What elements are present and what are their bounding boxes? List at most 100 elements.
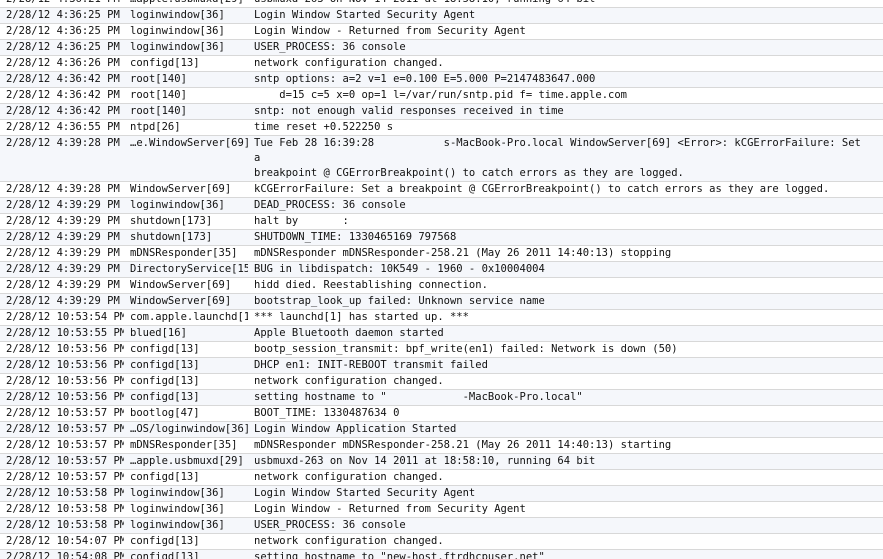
log-row[interactable]: 2/28/12 10:54:08 PM configd[13] setting … — [0, 550, 883, 559]
log-message: USER_PROCESS: 36 console — [254, 519, 406, 531]
log-process: WindowServer[69] — [130, 183, 232, 195]
log-row[interactable]: 2/28/12 4:39:29 PM shutdown[173] halt by… — [0, 214, 883, 230]
log-process: shutdown[173] — [130, 215, 213, 227]
log-row[interactable]: 2/28/12 4:36:25 PM loginwindow[36] USER_… — [0, 40, 883, 56]
log-message: bootstrap_look_up failed: Unknown servic… — [254, 295, 545, 307]
log-row[interactable]: 2/28/12 4:36:25 PM loginwindow[36] Login… — [0, 8, 883, 24]
log-process: configd[13] — [130, 57, 200, 69]
log-message: bootp_session_transmit: bpf_write(en1) f… — [254, 343, 678, 355]
log-message: network configuration changed. — [254, 375, 444, 387]
log-date: 2/28/12 4:39:28 PM — [6, 183, 120, 195]
log-row[interactable]: 2/28/12 4:36:42 PM root[140] sntp option… — [0, 72, 883, 88]
log-message: sntp: not enough valid responses receive… — [254, 105, 564, 117]
log-row[interactable]: 2/28/12 4:36:55 PM ntpd[26] time reset +… — [0, 120, 883, 136]
log-process: configd[13] — [130, 471, 200, 483]
log-message: usbmuxd-263 on Nov 14 2011 at 18:58:10, … — [248, 0, 883, 7]
log-date: 2/28/12 4:39:29 PM — [6, 279, 120, 291]
log-process: mDNSResponder[35] — [130, 439, 238, 451]
log-row[interactable]: 2/28/12 4:39:29 PM mDNSResponder[35] mDN… — [0, 246, 883, 262]
log-process: configd[13] — [130, 343, 200, 355]
log-row[interactable]: 2/28/12 10:53:57 PM …apple.usbmuxd[29] u… — [0, 454, 883, 470]
log-date: 2/28/12 10:53:56 PM — [6, 391, 124, 403]
log-row[interactable]: 2/28/12 4:36:42 PM root[140] sntp: not e… — [0, 104, 883, 120]
log-date: 2/28/12 10:53:54 PM — [6, 311, 124, 323]
log-row[interactable]: 2/28/12 10:53:56 PM configd[13] network … — [0, 374, 883, 390]
log-date: 2/28/12 4:36:42 PM — [6, 89, 120, 101]
log-row[interactable]: 2/28/12 10:54:07 PM configd[13] network … — [0, 534, 883, 550]
log-date: 2/28/12 10:53:56 PM — [6, 359, 124, 371]
log-row[interactable]: 2/28/12 4:39:28 PM WindowServer[69] kCGE… — [0, 182, 883, 198]
log-row[interactable]: 2/28/12 4:36:25 PM loginwindow[36] Login… — [0, 24, 883, 40]
log-date: 2/28/12 4:36:42 PM — [6, 105, 120, 117]
log-message: Login Window Started Security Agent — [254, 9, 476, 21]
log-message: network configuration changed. — [254, 471, 444, 483]
log-process: bootlog[47] — [130, 407, 200, 419]
log-date: 2/28/12 10:53:56 PM — [6, 343, 124, 355]
log-process: root[140] — [130, 73, 187, 85]
log-date: 2/28/12 4:36:21 PM — [0, 0, 124, 7]
log-row[interactable]: 2/28/12 4:39:29 PM WindowServer[69] boot… — [0, 294, 883, 310]
log-date: 2/28/12 10:53:58 PM — [6, 519, 124, 531]
log-date: 2/28/12 10:53:58 PM — [6, 487, 124, 499]
log-process: WindowServer[69] — [130, 295, 232, 307]
log-process: …e.WindowServer[69] — [130, 137, 248, 149]
log-row[interactable]: 2/28/12 10:53:58 PM loginwindow[36] Logi… — [0, 502, 883, 518]
log-date: 2/28/12 4:36:25 PM — [6, 9, 120, 21]
log-row[interactable]: 2/28/12 4:39:28 PM …e.WindowServer[69] T… — [0, 136, 883, 182]
log-process: loginwindow[36] — [130, 9, 225, 21]
log-row[interactable]: 2/28/12 10:53:57 PM mDNSResponder[35] mD… — [0, 438, 883, 454]
log-row[interactable]: 2/28/12 10:53:56 PM configd[13] setting … — [0, 390, 883, 406]
log-date: 2/28/12 4:39:29 PM — [6, 247, 120, 259]
log-message: setting hostname to " -MacBook-Pro.local… — [254, 391, 583, 403]
log-process: …OS/loginwindow[36] — [130, 423, 248, 435]
log-message: Login Window - Returned from Security Ag… — [254, 503, 526, 515]
log-date: 2/28/12 10:53:57 PM — [6, 455, 124, 467]
log-rows: 2/28/12 4:36:21 PM …apple.usbmuxd[29] us… — [0, 0, 883, 559]
log-message: network configuration changed. — [254, 535, 444, 547]
log-message: mDNSResponder mDNSResponder-258.21 (May … — [254, 247, 672, 259]
log-process: WindowServer[69] — [130, 279, 232, 291]
log-row[interactable]: 2/28/12 10:53:57 PM …OS/loginwindow[36] … — [0, 422, 883, 438]
log-date: 2/28/12 10:54:07 PM — [6, 535, 124, 547]
log-date: 2/28/12 4:39:29 PM — [6, 199, 120, 211]
log-row[interactable]: 2/28/12 10:53:57 PM configd[13] network … — [0, 470, 883, 486]
log-process: configd[13] — [130, 375, 200, 387]
log-process: configd[13] — [130, 551, 200, 559]
log-row[interactable]: 2/28/12 4:36:26 PM configd[13] network c… — [0, 56, 883, 72]
log-date: 2/28/12 4:39:29 PM — [6, 295, 120, 307]
log-message: Login Window - Returned from Security Ag… — [254, 25, 526, 37]
log-process: root[140] — [130, 105, 187, 117]
log-row[interactable]: 2/28/12 4:39:29 PM loginwindow[36] DEAD_… — [0, 198, 883, 214]
log-message: BOOT_TIME: 1330487634 0 — [254, 407, 400, 419]
log-process: ntpd[26] — [130, 121, 181, 133]
log-row[interactable]: 2/28/12 10:53:58 PM loginwindow[36] USER… — [0, 518, 883, 534]
log-date: 2/28/12 10:53:55 PM — [6, 327, 124, 339]
log-message: network configuration changed. — [254, 57, 444, 69]
log-message: USER_PROCESS: 36 console — [254, 41, 406, 53]
log-message: time reset +0.522250 s — [254, 121, 394, 133]
log-row[interactable]: 2/28/12 10:53:55 PM blued[16] Apple Blue… — [0, 326, 883, 342]
log-message: halt by : — [254, 215, 349, 227]
log-row[interactable]: 2/28/12 10:53:56 PM configd[13] bootp_se… — [0, 342, 883, 358]
log-message: *** launchd[1] has started up. *** — [254, 311, 469, 323]
log-date: 2/28/12 4:39:28 PM — [6, 137, 120, 149]
log-message: sntp options: a=2 v=1 e=0.100 E=5.000 P=… — [254, 73, 596, 85]
log-process: DirectoryService[15] — [130, 263, 248, 275]
console-log-view[interactable]: 2/28/12 4:36:21 PM …apple.usbmuxd[29] us… — [0, 0, 883, 559]
log-row[interactable]: 2/28/12 4:39:29 PM DirectoryService[15] … — [0, 262, 883, 278]
log-message: hidd died. Reestablishing connection. — [254, 279, 488, 291]
log-row[interactable]: 2/28/12 4:36:21 PM …apple.usbmuxd[29] us… — [0, 0, 883, 8]
log-row[interactable]: 2/28/12 10:53:56 PM configd[13] DHCP en1… — [0, 358, 883, 374]
log-row[interactable]: 2/28/12 10:53:54 PM com.apple.launchd[1]… — [0, 310, 883, 326]
log-date: 2/28/12 10:53:57 PM — [6, 439, 124, 451]
log-message: Login Window Application Started — [254, 423, 457, 435]
log-row[interactable]: 2/28/12 10:53:57 PM bootlog[47] BOOT_TIM… — [0, 406, 883, 422]
log-row[interactable]: 2/28/12 10:53:58 PM loginwindow[36] Logi… — [0, 486, 883, 502]
log-row[interactable]: 2/28/12 4:39:29 PM WindowServer[69] hidd… — [0, 278, 883, 294]
log-row[interactable]: 2/28/12 4:39:29 PM shutdown[173] SHUTDOW… — [0, 230, 883, 246]
log-process: root[140] — [130, 89, 187, 101]
log-message: Tue Feb 28 16:39:28 s-MacBook-Pro.local … — [254, 137, 861, 179]
log-row[interactable]: 2/28/12 4:36:42 PM root[140] d=15 c=5 x=… — [0, 88, 883, 104]
log-message: kCGErrorFailure: Set a breakpoint @ CGEr… — [254, 183, 830, 195]
log-date: 2/28/12 4:39:29 PM — [6, 231, 120, 243]
